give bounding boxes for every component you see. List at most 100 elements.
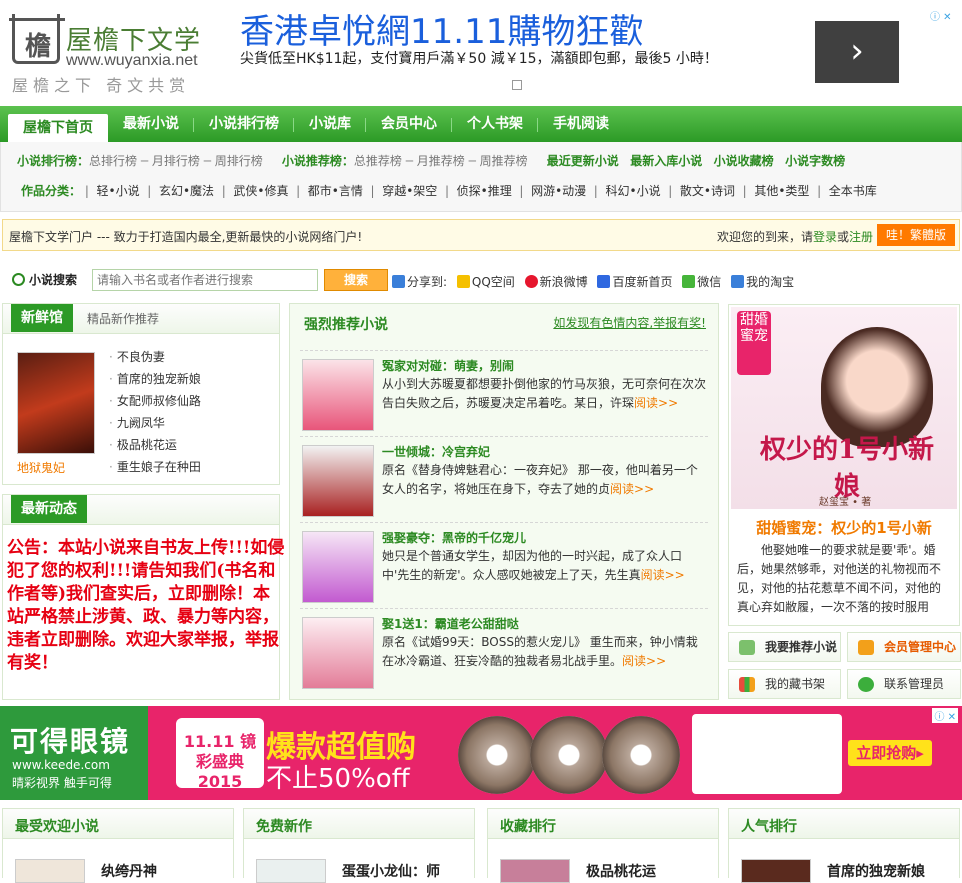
book-cover-image[interactable]	[302, 359, 374, 431]
read-more-link[interactable]: 阅读>>	[610, 482, 654, 496]
nav-item-bookshelf[interactable]: 个人书架	[452, 106, 538, 142]
link-favorites-rank[interactable]: 小说收藏榜	[714, 154, 774, 168]
cover-author: 赵玺宝 • 著	[819, 497, 872, 508]
recommend-item[interactable]: 强娶豪夺：黑帝的千亿宠儿 她只是个普通女学生，却因为他的一时兴起，成了众人口中'…	[300, 522, 708, 604]
featured-desc: 他娶她唯一的要求就是要'乖'。婚后，她果然够乖，对他送的礼物视而不见，对他的拈花…	[737, 543, 942, 614]
read-more-link[interactable]: 阅读>>	[641, 568, 685, 582]
book-title[interactable]: 纨绔丹神	[101, 861, 157, 881]
featured-book[interactable]: 甜婚蜜宠 权少的1号小新娘 赵玺宝 • 著 甜婚蜜宠：权少的1号小新 他娶她唯一…	[728, 304, 960, 626]
book-cover-image[interactable]	[500, 859, 570, 883]
traditional-chinese-button[interactable]: 哇！繁體版	[877, 224, 955, 246]
cat-urban[interactable]: 都市•言情	[308, 184, 363, 198]
ad-text[interactable]: 尖貨低至HK$11起，支付寶用戶滿￥50 減￥15，滿額即包郵，最後5 小時！	[240, 50, 780, 72]
rec-total[interactable]: 总推荐榜	[354, 154, 402, 168]
nav-item-ranking[interactable]: 小说排行榜	[194, 106, 294, 142]
nav-item-home[interactable]: 屋檐下首页	[8, 114, 108, 142]
tab-fresh-picks[interactable]: 精品新作推荐	[87, 310, 159, 327]
cat-complete[interactable]: 全本书库	[829, 184, 877, 198]
ad-checkbox[interactable]	[512, 80, 522, 90]
ad-title[interactable]: 香港卓悅網11.11購物狂歡	[240, 4, 643, 53]
list-item[interactable]: 九阙凤华	[109, 414, 165, 431]
nav-item-library[interactable]: 小说库	[294, 106, 366, 142]
search-input[interactable]	[92, 269, 318, 291]
list-item[interactable]: 不良伪妻	[109, 348, 165, 365]
recommend-item[interactable]: 一世倾城：冷宫弃妃 原名《替身侍婢魅君心：一夜弃妃》 那一夜，他叫着另一个女人的…	[300, 436, 708, 518]
link-wordcount-rank[interactable]: 小说字数榜	[785, 154, 845, 168]
cat-prose[interactable]: 散文•诗词	[680, 184, 735, 198]
cat-other[interactable]: 其他•类型	[754, 184, 809, 198]
book-title[interactable]: 极品桃花运	[586, 861, 656, 881]
panel-header: 人气排行	[729, 809, 959, 839]
recommend-item[interactable]: 娶1送1：霸道老公甜甜哒 原名《试婚99天：BOSS的惹火宠儿》 重生而来，钟小…	[300, 608, 708, 690]
book-cover-image[interactable]	[741, 859, 811, 883]
popularity-panel: 人气排行 首席的独宠新娘	[728, 808, 960, 883]
search-button[interactable]: 搜索	[324, 269, 388, 291]
top-ad-banner[interactable]: 香港卓悅網11.11購物狂歡 尖貨低至HK$11起，支付寶用戶滿￥50 減￥15…	[238, 0, 962, 100]
book-title[interactable]: 强娶豪夺：黑帝的千亿宠儿	[382, 529, 526, 546]
report-link[interactable]: 如发现有色情内容,举报有奖!	[553, 314, 706, 331]
book-title[interactable]: 首席的独宠新娘	[827, 861, 925, 881]
nav-item-member[interactable]: 会员中心	[366, 106, 452, 142]
share-baidu[interactable]: 百度新首页	[597, 275, 672, 289]
book-cover-image[interactable]	[256, 859, 326, 883]
register-link[interactable]: 注册	[849, 230, 873, 244]
member-center-button[interactable]: 会员管理中心	[847, 632, 961, 662]
featured-title[interactable]: 甜婚蜜宠：权少的1号小新	[729, 517, 959, 538]
cat-fantasy[interactable]: 玄幻•魔法	[159, 184, 214, 198]
link-recent-updates[interactable]: 最近更新小说	[547, 154, 619, 168]
login-link[interactable]: 登录	[813, 230, 837, 244]
share-wechat[interactable]: 微信	[682, 275, 721, 289]
list-item[interactable]: 女配师叔修仙路	[109, 392, 201, 409]
book-cover-image[interactable]	[302, 617, 374, 689]
nav-item-mobile[interactable]: 手机阅读	[538, 106, 624, 142]
book-title[interactable]: 冤家对对碰：萌妻，别闹	[382, 357, 514, 374]
read-more-link[interactable]: 阅读>>	[622, 654, 666, 668]
rank-month[interactable]: 月排行榜	[152, 154, 200, 168]
ad-info-close-icon[interactable]: ⓘ ✕	[930, 8, 960, 24]
book-cover-image[interactable]	[17, 352, 95, 454]
list-item[interactable]: 极品桃花运	[109, 436, 177, 453]
news-panel: 最新动态 公告：本站小说来自书友上传!!!如侵犯了您的权利!!!请告知我们(书名…	[2, 494, 284, 700]
cat-wuxia[interactable]: 武侠•修真	[233, 184, 288, 198]
site-logo[interactable]: 檐 屋檐下文学 www.wuyanxia.net 屋檐之下 奇文共赏	[9, 14, 227, 95]
cat-scifi[interactable]: 科幻•小说	[605, 184, 660, 198]
cat-detective[interactable]: 侦探•推理	[457, 184, 512, 198]
cat-light[interactable]: 轻•小说	[97, 184, 140, 198]
book-title[interactable]: 蛋蛋小龙仙：师	[342, 861, 440, 881]
panel-header: 最受欢迎小说	[3, 809, 233, 839]
book-cover-title[interactable]: 地狱鬼妃	[17, 459, 65, 476]
book-title[interactable]: 一世倾城：冷宫弃妃	[382, 443, 490, 460]
recommend-novel-button[interactable]: 我要推荐小说	[728, 632, 841, 662]
book-cover-image[interactable]	[302, 531, 374, 603]
book-cover-image[interactable]	[15, 859, 85, 883]
contact-admin-button[interactable]: 联系管理员	[847, 669, 961, 699]
middle-ad-banner[interactable]: 可得眼镜 www.keede.com 晴彩视界 触手可得 11.11 镜彩盛典 …	[0, 706, 962, 800]
featured-cover-image[interactable]: 甜婚蜜宠 权少的1号小新娘 赵玺宝 • 著	[731, 307, 957, 509]
rank-total[interactable]: 总排行榜	[89, 154, 137, 168]
cat-time-travel[interactable]: 穿越•架空	[382, 184, 437, 198]
read-more-link[interactable]: 阅读>>	[634, 396, 678, 410]
recommend-item[interactable]: 冤家对对碰：萌妻，别闹 从小到大苏暖夏都想要扑倒他家的竹马灰狼，无可奈何在次次告…	[300, 350, 708, 432]
share-qzone[interactable]: QQ空间	[456, 275, 515, 289]
book-title[interactable]: 娶1送1：霸道老公甜甜哒	[382, 615, 519, 632]
ad-brand-block[interactable]: 可得眼镜 www.keede.com 晴彩视界 触手可得	[0, 706, 148, 800]
welcome-label: 欢迎您的到来，请	[716, 230, 813, 244]
rec-month[interactable]: 月推荐榜	[417, 154, 465, 168]
subnav-row-categories: 作品分类： | 轻•小说 | 玄幻•魔法 | 武侠•修真 | 都市•言情 | 穿…	[21, 184, 877, 198]
rank-week[interactable]: 周排行榜	[215, 154, 263, 168]
book-cover-image[interactable]	[302, 445, 374, 517]
link-new-books[interactable]: 最新入库小说	[630, 154, 702, 168]
list-item[interactable]: 首席的独宠新娘	[109, 370, 201, 387]
cat-game[interactable]: 网游•动漫	[531, 184, 586, 198]
nav-item-latest[interactable]: 最新小说	[108, 106, 194, 142]
ad-info-close-icon[interactable]: ⓘ ✕	[932, 708, 958, 723]
list-item[interactable]: 重生娘子在种田	[109, 458, 201, 475]
tab-news[interactable]: 最新动态	[11, 495, 87, 523]
share-weibo[interactable]: 新浪微博	[524, 275, 588, 289]
share-taobao[interactable]: 我的淘宝	[731, 275, 794, 289]
ad-next-button[interactable]: ›	[815, 21, 899, 83]
rec-week[interactable]: 周推荐榜	[480, 154, 528, 168]
ad-buy-button[interactable]: 立即抢购▸	[848, 740, 932, 766]
tab-fresh[interactable]: 新鲜馆	[11, 304, 73, 332]
my-bookshelf-button[interactable]: 我的藏书架	[728, 669, 841, 699]
